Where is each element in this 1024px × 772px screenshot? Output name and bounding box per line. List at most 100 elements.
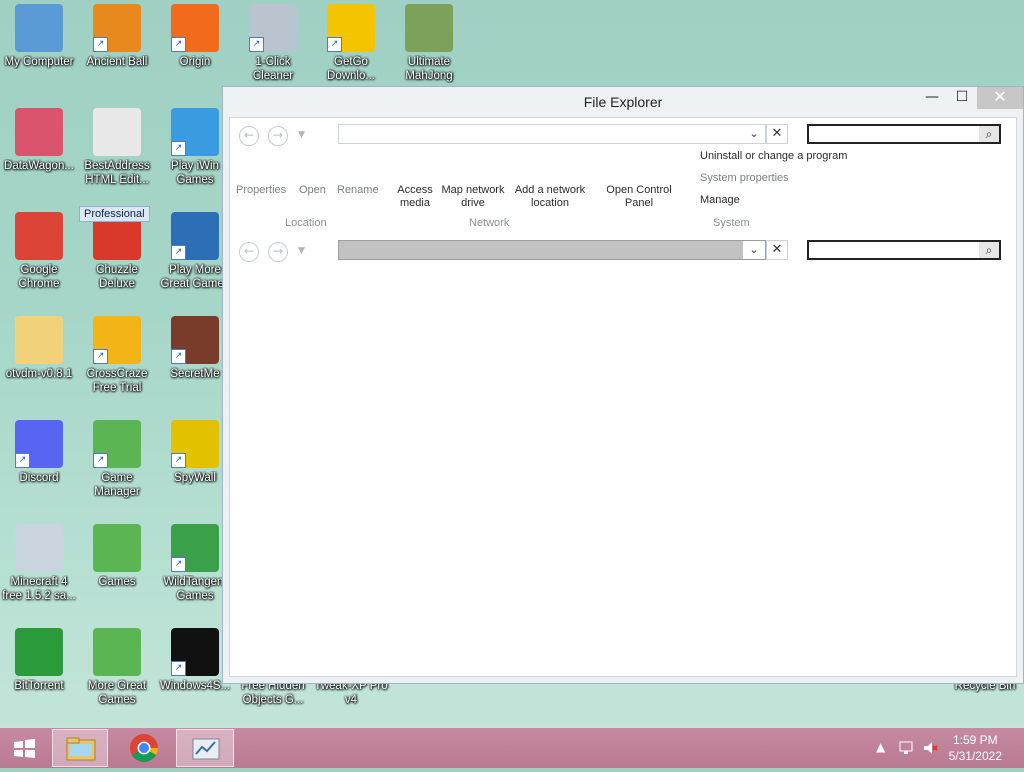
desktop-icon-label: Ultimate MahJong: [405, 56, 453, 82]
taskbar-file-explorer[interactable]: [52, 729, 108, 767]
shortcut-arrow-icon: ↗: [171, 453, 186, 468]
otvdm-folder-icon: [15, 316, 63, 364]
windows4s-icon: ↗: [171, 628, 219, 676]
desktop-icon-label: otvdm-v0.8.1: [5, 368, 73, 380]
ribbon-map-network-drive[interactable]: Map network drive: [437, 184, 509, 210]
desktop-icon-label: Chuzzle Deluxe: [96, 264, 138, 290]
desktop-icon[interactable]: Chuzzle Deluxe: [78, 212, 156, 291]
search-input[interactable]: ⌕: [807, 124, 1001, 144]
file-explorer-icon: [66, 737, 96, 761]
desktop-icon-label: Game Manager: [94, 472, 140, 498]
shortcut-arrow-icon: ↗: [171, 557, 186, 572]
desktop-icon[interactable]: ↗ 1-Click Cleaner: [234, 4, 312, 83]
shortcut-arrow-icon: ↗: [171, 349, 186, 364]
desktop-icon-label: GetGo Downlo...: [327, 56, 375, 82]
search-input-2[interactable]: ⌕: [807, 240, 1001, 260]
shortcut-arrow-icon: ↗: [171, 661, 186, 676]
taskbar-tweak-app[interactable]: [176, 729, 234, 767]
desktop-icon-label: More Great Games: [87, 680, 147, 706]
tweak-app-icon: [192, 738, 220, 760]
game-manager-icon: ↗: [93, 420, 141, 468]
getgo-downloader-icon: ↗: [327, 4, 375, 52]
desktop-icon[interactable]: Games: [78, 524, 156, 589]
shortcut-arrow-icon: ↗: [93, 349, 108, 364]
volume-muted-icon[interactable]: [922, 740, 938, 756]
group-label-location: Location: [285, 217, 327, 229]
bestaddress-html-editor-icon: [93, 108, 141, 156]
desktop-icon-label: Ancient Ball: [86, 56, 148, 68]
clock[interactable]: 1:59 PM 5/31/2022: [949, 732, 1002, 764]
desktop-icon[interactable]: Minecraft 4 free 1.5.2 sa...: [0, 524, 78, 603]
address-bar[interactable]: ⌄: [338, 124, 766, 144]
clock-time: 1:59 PM: [952, 733, 998, 747]
tray-expand-icon[interactable]: ▲: [876, 740, 885, 754]
minimize-button[interactable]: —: [917, 87, 947, 109]
google-chrome-icon: [15, 212, 63, 260]
ribbon-add-network-location[interactable]: Add a network location: [510, 184, 590, 210]
play-more-great-games-icon: ↗: [171, 212, 219, 260]
start-button[interactable]: [4, 729, 46, 767]
search-icon-2[interactable]: ⌕: [979, 242, 999, 258]
ribbon-properties[interactable]: Properties: [236, 184, 286, 197]
ribbon-rename[interactable]: Rename: [337, 184, 379, 197]
desktop-icon[interactable]: Google Chrome: [0, 212, 78, 291]
address-clear-button-2[interactable]: ✕: [766, 240, 788, 260]
ultimate-mahjong-icon: [405, 4, 453, 52]
recent-dropdown-icon[interactable]: ▼: [298, 130, 305, 140]
one-click-cleaner-icon: ↗: [249, 4, 297, 52]
network-icon[interactable]: [898, 740, 914, 756]
search-icon[interactable]: ⌕: [979, 126, 999, 142]
desktop-icon[interactable]: BitTorrent: [0, 628, 78, 693]
explorer-content: ← → ▼ ⌄ ✕ ⌕ Properties Open Rename Acces…: [229, 117, 1017, 677]
crosscraze-icon: ↗: [93, 316, 141, 364]
shortcut-arrow-icon: ↗: [93, 37, 108, 52]
ribbon-open-control-panel[interactable]: Open Control Panel: [599, 184, 679, 210]
desktop-icon[interactable]: ↗ Discord: [0, 420, 78, 485]
ribbon-system-properties[interactable]: System properties: [700, 172, 789, 185]
desktop-icon-label: Minecraft 4 free 1.5.2 sa...: [2, 576, 76, 602]
address-chevron-icon[interactable]: ⌄: [743, 125, 765, 143]
window-controls: — ☐ ✕: [917, 87, 1023, 109]
maximize-button[interactable]: ☐: [947, 87, 977, 109]
ancient-ball-icon: ↗: [93, 4, 141, 52]
secretme-icon: ↗: [171, 316, 219, 364]
bittorrent-icon: [15, 628, 63, 676]
ribbon-open[interactable]: Open: [299, 184, 326, 197]
clock-date: 5/31/2022: [948, 749, 1002, 763]
forward-button[interactable]: →: [268, 126, 288, 146]
address-bar-2[interactable]: ⌄: [338, 240, 766, 260]
desktop-icon[interactable]: ↗ Origin: [156, 4, 234, 69]
desktop-icon[interactable]: More Great Games: [78, 628, 156, 707]
desktop-icon[interactable]: ↗ Game Manager: [78, 420, 156, 499]
desktop-icon-label: CrossCraze Free Trial: [86, 368, 148, 394]
ribbon-manage[interactable]: Manage: [700, 194, 740, 207]
desktop-icon[interactable]: ↗ GetGo Downlo...: [312, 4, 390, 83]
recent-dropdown-icon-2[interactable]: ▼: [298, 246, 305, 256]
datawagon-icon: [15, 108, 63, 156]
address-clear-button[interactable]: ✕: [766, 124, 788, 144]
back-button[interactable]: ←: [239, 126, 259, 146]
desktop-icon[interactable]: BestAddress HTML Edit...: [78, 108, 156, 187]
games-icon: [93, 524, 141, 572]
back-button-2[interactable]: ←: [239, 242, 259, 262]
desktop-icon[interactable]: ↗ CrossCraze Free Trial: [78, 316, 156, 395]
shortcut-arrow-icon: ↗: [171, 37, 186, 52]
minecraft-setup-icon: [15, 524, 63, 572]
ribbon-access-media[interactable]: Access media: [393, 184, 437, 210]
shortcut-arrow-icon: ↗: [93, 453, 108, 468]
close-button[interactable]: ✕: [977, 87, 1023, 109]
desktop-icon-label: 1-Click Cleaner: [252, 56, 294, 82]
ribbon-uninstall-program[interactable]: Uninstall or change a program: [700, 150, 847, 163]
desktop-icon[interactable]: DataWagon...: [0, 108, 78, 173]
forward-button-2[interactable]: →: [268, 242, 288, 262]
desktop-icon-label: Games: [98, 576, 136, 588]
desktop-icon[interactable]: My Computer: [0, 4, 78, 69]
desktop-icon-label: BestAddress HTML Edit...: [84, 160, 150, 186]
desktop-icon[interactable]: Ultimate MahJong: [390, 4, 468, 83]
desktop-icon[interactable]: ↗ Ancient Ball: [78, 4, 156, 69]
desktop-icon[interactable]: otvdm-v0.8.1: [0, 316, 78, 381]
taskbar: ▲ 1:59 PM 5/31/2022: [0, 728, 1024, 768]
taskbar-chrome[interactable]: [116, 729, 172, 767]
address-chevron-icon-2[interactable]: ⌄: [743, 241, 765, 259]
shortcut-arrow-icon: ↗: [171, 245, 186, 260]
